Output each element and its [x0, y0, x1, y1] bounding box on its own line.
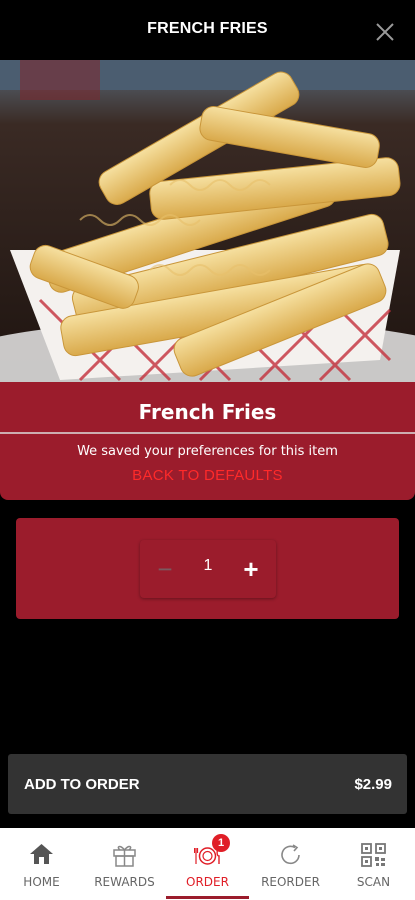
order-price: $2.99: [354, 776, 392, 793]
back-to-defaults-link[interactable]: BACK TO DEFAULTS: [0, 467, 415, 484]
tab-label: SCAN: [356, 875, 391, 889]
add-to-order-label: ADD TO ORDER: [24, 776, 140, 793]
active-tab-indicator: [166, 896, 249, 899]
preferences-note: We saved your preferences for this item: [77, 444, 338, 459]
quantity-value: 1: [203, 557, 213, 574]
order-count-badge: 1: [212, 834, 230, 852]
tab-label: ORDER: [186, 875, 229, 889]
tab-label: REORDER: [261, 875, 320, 889]
tab-order[interactable]: 1 ORDER: [166, 828, 249, 900]
quantity-card: − 1 +: [16, 518, 399, 619]
header: FRENCH FRIES: [0, 0, 415, 60]
divider: [0, 432, 415, 434]
quantity-stepper: − 1 +: [140, 540, 276, 598]
increase-button[interactable]: +: [236, 554, 266, 584]
tab-rewards[interactable]: REWARDS: [83, 828, 166, 900]
add-to-order-button[interactable]: ADD TO ORDER $2.99: [8, 754, 407, 814]
page-title: FRENCH FRIES: [147, 20, 268, 37]
tab-reorder[interactable]: REORDER: [249, 828, 332, 900]
item-name: French Fries: [138, 400, 277, 424]
tab-label: REWARDS: [94, 875, 155, 889]
tab-home[interactable]: HOME: [0, 828, 83, 900]
home-icon: [30, 844, 53, 864]
gift-icon: [113, 845, 136, 867]
tab-scan[interactable]: SCAN: [332, 828, 415, 900]
close-icon[interactable]: [375, 22, 395, 42]
product-image: [0, 60, 415, 382]
item-info-panel: French Fries We saved your preferences f…: [0, 382, 415, 500]
qr-icon: [361, 843, 386, 867]
tab-label: HOME: [23, 875, 60, 889]
reorder-icon: [281, 844, 300, 865]
decrease-button[interactable]: −: [150, 554, 180, 584]
bottom-tab-bar: HOME REWARDS 1 ORDER REORDER SCAN: [0, 828, 415, 900]
